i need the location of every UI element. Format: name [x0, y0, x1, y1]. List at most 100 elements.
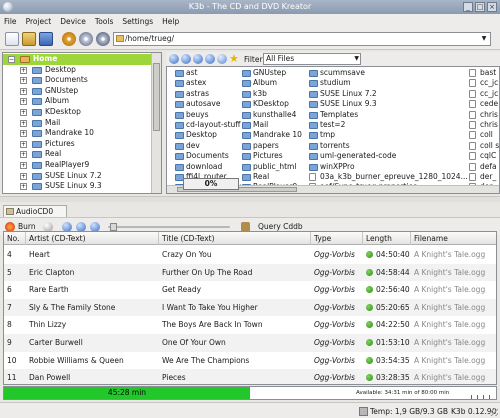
folder-icon — [175, 90, 184, 98]
col-type[interactable]: Type — [311, 232, 363, 245]
tree-item[interactable]: + Desktop — [3, 65, 151, 76]
tree-item[interactable]: + Album — [3, 96, 151, 107]
progress-popup: 0% — [183, 178, 239, 190]
expand-toggle-icon[interactable]: + — [20, 151, 27, 159]
cell-filename: A Knight's Tale.ogg — [414, 373, 486, 383]
seek-slider-handle[interactable] — [110, 223, 117, 231]
cell-no: 9 — [7, 338, 12, 347]
folder-icon — [242, 132, 251, 140]
table-row[interactable]: 7 Sly & The Family Stone I Want To Take Yo… — [4, 298, 496, 317]
expand-toggle-icon[interactable]: + — [20, 119, 27, 127]
capacity-available-label: Available: 34:31 min of 80:00 min — [356, 390, 450, 396]
table-row[interactable]: 8 Thin Lizzy The Boys Are Back In Town Ogg-… — [4, 316, 496, 334]
table-row[interactable]: 10 Robbie Williams & Queen We Are The Cham… — [4, 352, 496, 370]
menu-tools[interactable]: Tools — [95, 17, 113, 26]
tab-audiocd0[interactable]: AudioCD0 — [3, 205, 67, 217]
menu-settings[interactable]: Settings — [122, 17, 153, 26]
cell-artist: Carter Burwell — [29, 338, 83, 347]
expand-toggle-icon[interactable]: + — [20, 87, 27, 95]
menu-file[interactable]: File — [4, 17, 17, 26]
tree-item[interactable]: + Mail — [3, 118, 151, 129]
burn-image-icon[interactable] — [62, 32, 76, 46]
cell-filename: A Knight's Tale.ogg — [414, 285, 486, 295]
expand-toggle-icon[interactable]: + — [20, 98, 27, 106]
file-icon — [469, 79, 476, 88]
status-ok-icon — [366, 339, 373, 346]
cell-no: 4 — [7, 250, 12, 259]
folder-icon — [175, 80, 184, 88]
minimize-button[interactable]: _ — [463, 2, 473, 12]
save-project-icon[interactable] — [39, 32, 53, 46]
bookmark-star-icon[interactable]: ★ — [229, 52, 239, 66]
new-project-icon[interactable] — [5, 32, 19, 46]
menu-device[interactable]: Device — [60, 17, 86, 26]
table-row[interactable]: 9 Carter Burwell One Of Your Own Ogg-Vorbis… — [4, 334, 496, 352]
status-ok-icon — [366, 303, 373, 311]
track-list[interactable]: No. Artist (CD-Text) Title (CD-Text) Typ… — [3, 231, 497, 385]
expand-toggle-icon[interactable]: + — [20, 77, 27, 85]
file-view[interactable]: ast astex astras autosave beuys cd-layout-stu… — [166, 66, 500, 194]
cell-artist: Robbie Williams & Queen — [29, 355, 124, 365]
tree-item[interactable]: − Home — [3, 54, 151, 65]
maximize-button[interactable]: □ — [475, 2, 485, 12]
col-title[interactable]: Title (CD-Text) — [159, 232, 311, 245]
tree-item[interactable]: + RealPlayer9 — [3, 160, 151, 171]
tree-item[interactable]: + Mandrake 10 — [3, 128, 151, 139]
tree-item[interactable]: + Real — [3, 149, 151, 160]
expand-toggle-icon[interactable]: + — [20, 162, 27, 169]
folder-icon — [32, 109, 42, 116]
open-project-icon[interactable] — [22, 32, 36, 46]
col-number[interactable]: No. — [4, 232, 26, 245]
col-filename[interactable]: Filename — [411, 232, 496, 245]
up-icon[interactable] — [193, 54, 203, 64]
splitter-handle[interactable] — [0, 196, 500, 202]
folder-tree[interactable]: − Home + Desktop + Documents + GNUstep + Album + KD… — [2, 52, 162, 194]
col-artist[interactable]: Artist (CD-Text) — [26, 232, 159, 245]
table-row[interactable]: 4 Heart Crazy On You Ogg-Vorbis 04:50:40 A Kn… — [4, 246, 496, 264]
chevron-down-icon[interactable]: ▼ — [479, 34, 489, 44]
blank-cd-icon[interactable] — [96, 32, 110, 46]
expand-toggle-icon[interactable]: + — [20, 130, 27, 138]
folder-icon — [242, 101, 251, 109]
back-icon[interactable] — [169, 54, 179, 64]
tree-item[interactable]: + KDesktop — [3, 107, 151, 118]
tree-item[interactable]: + Pictures — [3, 139, 151, 150]
table-row[interactable]: 6 Rare Earth Get Ready Ogg-Vorbis 02:56:40 A … — [4, 281, 496, 299]
folder-icon — [309, 132, 318, 140]
forward-icon[interactable] — [181, 54, 191, 64]
table-row[interactable]: 5 Eric Clapton Further On Up The Road Ogg-V… — [4, 263, 496, 282]
cell-type: Ogg-Vorbis — [314, 320, 355, 330]
folder-icon — [242, 111, 251, 119]
cell-filename: A Knight's Tale.ogg — [414, 250, 486, 259]
cell-artist: Eric Clapton — [29, 267, 75, 277]
status-ok-icon — [366, 374, 373, 382]
table-row[interactable]: 11 Dan Powell Pieces Ogg-Vorbis 03:28:35 A Kn… — [4, 369, 496, 384]
expand-toggle-icon[interactable]: + — [20, 183, 27, 191]
folder-icon — [32, 66, 42, 74]
expand-toggle-icon[interactable]: + — [20, 140, 27, 148]
seek-slider-track[interactable] — [108, 226, 230, 228]
col-length[interactable]: Length — [363, 232, 411, 245]
close-button[interactable]: × — [487, 2, 497, 12]
expand-toggle-icon[interactable]: + — [20, 172, 27, 180]
folder-icon — [242, 70, 251, 77]
capacity-bar: 45:28 min Available: 34:31 min of 80:00 … — [3, 386, 497, 400]
resize-grip[interactable] — [490, 408, 498, 416]
expand-toggle-icon[interactable]: + — [20, 109, 27, 116]
expand-toggle-icon[interactable]: + — [20, 66, 27, 74]
copy-cd-icon[interactable] — [79, 32, 93, 46]
filter-select[interactable]: All Files ▼ — [263, 53, 361, 65]
reload-icon[interactable] — [217, 54, 227, 64]
tree-item[interactable]: + GNUstep — [3, 86, 151, 97]
cell-type: Ogg-Vorbis — [314, 373, 355, 383]
home-icon[interactable] — [205, 54, 215, 64]
tree-item[interactable]: + SUSE Linux 7.2 — [3, 171, 151, 182]
tree-item[interactable]: + SUSE Linux 9.3 — [3, 181, 151, 192]
tree-scrollbar[interactable] — [151, 53, 161, 193]
expand-toggle-icon[interactable]: − — [8, 56, 15, 63]
menu-project[interactable]: Project — [26, 17, 52, 26]
cell-length: 03:54:35 — [366, 352, 410, 370]
menu-help[interactable]: Help — [162, 17, 179, 26]
tree-item[interactable]: + Documents — [3, 75, 151, 86]
path-input[interactable]: /home/trueg/ ▼ — [113, 32, 491, 46]
